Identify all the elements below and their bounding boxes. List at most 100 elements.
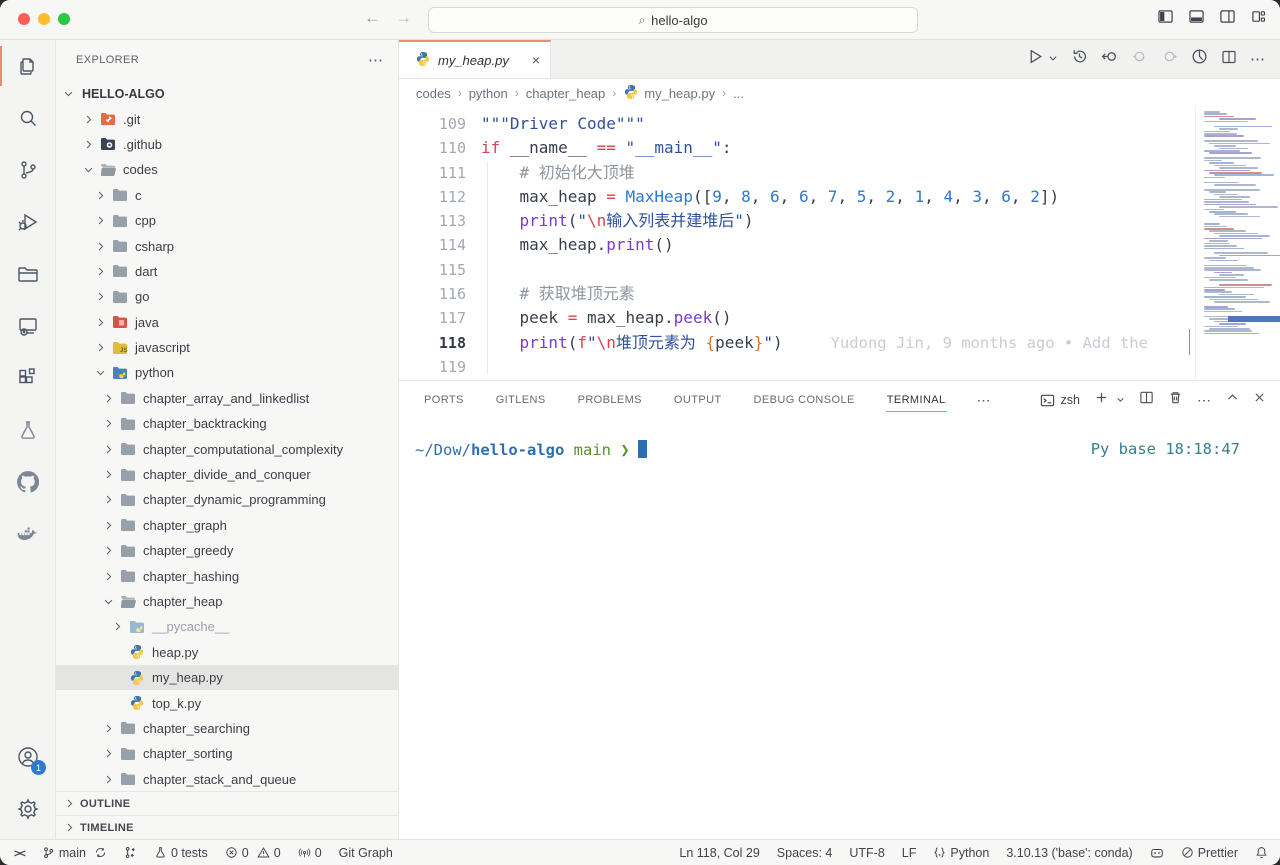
breadcrumb-item-chapter-heap[interactable]: chapter_heap: [526, 86, 606, 101]
code-line-110[interactable]: 110if __name__ == "__main__":: [399, 136, 1280, 160]
terminal-view[interactable]: ~/Dow/hello-algo main ❯ Py base 18:18:47: [399, 419, 1280, 459]
tree-item--github[interactable]: .github: [56, 132, 398, 157]
close-panel-icon[interactable]: [1253, 391, 1266, 409]
status-cursor-position[interactable]: Ln 118, Col 29: [679, 846, 759, 860]
tree-item--git[interactable]: .git: [56, 106, 398, 131]
command-center-search[interactable]: ⌕ hello-algo: [428, 7, 918, 33]
status-git-graph[interactable]: Git Graph: [339, 846, 393, 860]
minimap[interactable]: [1195, 107, 1280, 380]
tree-item-chapter-heap[interactable]: chapter_heap: [56, 589, 398, 614]
sidebar-section-outline[interactable]: OUTLINE: [56, 791, 398, 815]
panel-tab-terminal[interactable]: TERMINAL: [886, 388, 947, 412]
search-view-icon[interactable]: [0, 92, 56, 144]
panel-tab-gitlens[interactable]: GITLENS: [495, 388, 547, 412]
panel-more-tabs-icon[interactable]: ⋯: [977, 392, 992, 409]
tab-my-heap[interactable]: my_heap.py ×: [399, 40, 551, 78]
project-manager-view-icon[interactable]: [0, 248, 56, 300]
customize-layout-icon[interactable]: [1251, 9, 1266, 24]
new-terminal-icon[interactable]: [1094, 390, 1109, 410]
commit-graph-icon[interactable]: [1191, 48, 1208, 70]
panel-tab-ports[interactable]: PORTS: [423, 388, 465, 412]
tree-item-chapter-dynamic-programming[interactable]: chapter_dynamic_programming: [56, 487, 398, 512]
tree-item-chapter-array-and-linkedlist[interactable]: chapter_array_and_linkedlist: [56, 386, 398, 411]
explorer-more-actions-icon[interactable]: ⋯: [368, 51, 384, 69]
file-history-icon[interactable]: [1071, 48, 1088, 70]
status-test-status[interactable]: 0 tests: [154, 846, 208, 860]
code-line-109[interactable]: 109"""Driver Code""": [399, 112, 1280, 136]
tree-item-chapter-hashing[interactable]: chapter_hashing: [56, 563, 398, 588]
split-editor-icon[interactable]: [1221, 49, 1237, 70]
tree-item--pycache-[interactable]: __pycache__: [56, 614, 398, 639]
panel-tab-problems[interactable]: PROBLEMS: [577, 388, 643, 412]
code-line-117[interactable]: 117 peek = max_heap.peek(): [399, 306, 1280, 330]
terminal-dropdown-icon[interactable]: [1116, 391, 1125, 409]
toggle-sidebar-icon[interactable]: [1158, 9, 1173, 24]
tree-item-chapter-stack-and-queue[interactable]: chapter_stack_and_queue: [56, 767, 398, 792]
status-encoding[interactable]: UTF-8: [849, 846, 884, 860]
explorer-view-icon[interactable]: [0, 40, 56, 92]
panel-more-actions-icon[interactable]: ⋯: [1197, 392, 1212, 409]
status-notifications[interactable]: [1255, 846, 1268, 859]
tree-item-cpp[interactable]: cpp: [56, 208, 398, 233]
tree-item-hello-algo[interactable]: HELLO-ALGO: [56, 81, 398, 106]
tree-item-c[interactable]: c: [56, 183, 398, 208]
tree-item-go[interactable]: go: [56, 284, 398, 309]
tree-item-chapter-computational-complexity[interactable]: chapter_computational_complexity: [56, 436, 398, 461]
tree-item-chapter-graph[interactable]: chapter_graph: [56, 513, 398, 538]
code-line-112[interactable]: 112 max_heap = MaxHeap([9, 8, 6, 6, 7, 5…: [399, 185, 1280, 209]
code-editor[interactable]: 109"""Driver Code"""110if __name__ == "_…: [399, 107, 1280, 380]
accounts-icon[interactable]: 1: [0, 731, 56, 783]
code-line-116[interactable]: 116 # 获取堆顶元素: [399, 282, 1280, 306]
run-debug-view-icon[interactable]: [0, 196, 56, 248]
tree-item-chapter-divide-and-conquer[interactable]: chapter_divide_and_conquer: [56, 462, 398, 487]
tree-item-chapter-backtracking[interactable]: chapter_backtracking: [56, 411, 398, 436]
tree-item-chapter-greedy[interactable]: chapter_greedy: [56, 538, 398, 563]
run-python-file-icon[interactable]: [1027, 48, 1044, 70]
tab-close-icon[interactable]: ×: [532, 52, 540, 68]
github-view-icon[interactable]: [0, 456, 56, 508]
minimize-window-button[interactable]: [38, 13, 50, 25]
status-eol[interactable]: LF: [902, 846, 917, 860]
status-problems[interactable]: 00: [225, 846, 281, 860]
tree-item-my-heap-py[interactable]: my_heap.py: [56, 665, 398, 690]
extensions-view-icon[interactable]: [0, 352, 56, 404]
status-python-interpreter[interactable]: 3.10.13 ('base': conda): [1006, 846, 1132, 860]
code-line-118[interactable]: 118 print(f"\n堆顶元素为 {peek}")Yudong Jin, …: [399, 331, 1280, 355]
status-gitlens-compare[interactable]: [124, 846, 137, 859]
status-git-branch[interactable]: main: [42, 846, 107, 860]
code-line-113[interactable]: 113 print("\n输入列表并建堆后"): [399, 209, 1280, 233]
tree-item-codes[interactable]: codes: [56, 157, 398, 182]
history-back-button[interactable]: ←: [364, 8, 381, 28]
tree-item-heap-py[interactable]: heap.py: [56, 640, 398, 665]
tree-item-python[interactable]: python: [56, 360, 398, 385]
remote-explorer-view-icon[interactable]: [0, 300, 56, 352]
toggle-secondary-sidebar-icon[interactable]: [1220, 9, 1235, 24]
editor-more-actions-icon[interactable]: ⋯: [1250, 50, 1266, 68]
maximize-panel-icon[interactable]: [1226, 391, 1239, 409]
status-indentation[interactable]: Spaces: 4: [777, 846, 833, 860]
status-forwarded-ports[interactable]: 0: [298, 846, 322, 860]
toggle-panel-icon[interactable]: [1189, 9, 1204, 24]
status-language-mode[interactable]: Python: [933, 846, 989, 860]
testing-view-icon[interactable]: [0, 404, 56, 456]
zoom-window-button[interactable]: [58, 13, 70, 25]
run-dropdown-icon[interactable]: [1048, 50, 1058, 68]
tree-item-top-k-py[interactable]: top_k.py: [56, 690, 398, 715]
close-window-button[interactable]: [18, 13, 30, 25]
status-remote-indicator[interactable]: ><: [14, 846, 25, 860]
code-line-111[interactable]: 111 # 初始化大顶堆: [399, 161, 1280, 185]
settings-gear-icon[interactable]: [0, 783, 56, 835]
tree-item-dart[interactable]: dart: [56, 259, 398, 284]
tree-item-javascript[interactable]: JSjavascript: [56, 335, 398, 360]
kill-terminal-icon[interactable]: [1168, 390, 1183, 410]
tree-item-chapter-searching[interactable]: chapter_searching: [56, 716, 398, 741]
split-terminal-icon[interactable]: [1139, 390, 1154, 410]
open-changes-icon[interactable]: [1101, 48, 1118, 70]
source-control-view-icon[interactable]: [0, 144, 56, 196]
history-forward-button[interactable]: →: [395, 8, 412, 28]
breadcrumb-item-codes[interactable]: codes: [416, 86, 451, 101]
panel-tab-output[interactable]: OUTPUT: [673, 388, 723, 412]
breadcrumb-item-my-heap-py[interactable]: my_heap.py: [623, 84, 715, 103]
code-line-115[interactable]: 115: [399, 258, 1280, 282]
panel-tab-debug-console[interactable]: DEBUG CONSOLE: [753, 388, 856, 412]
